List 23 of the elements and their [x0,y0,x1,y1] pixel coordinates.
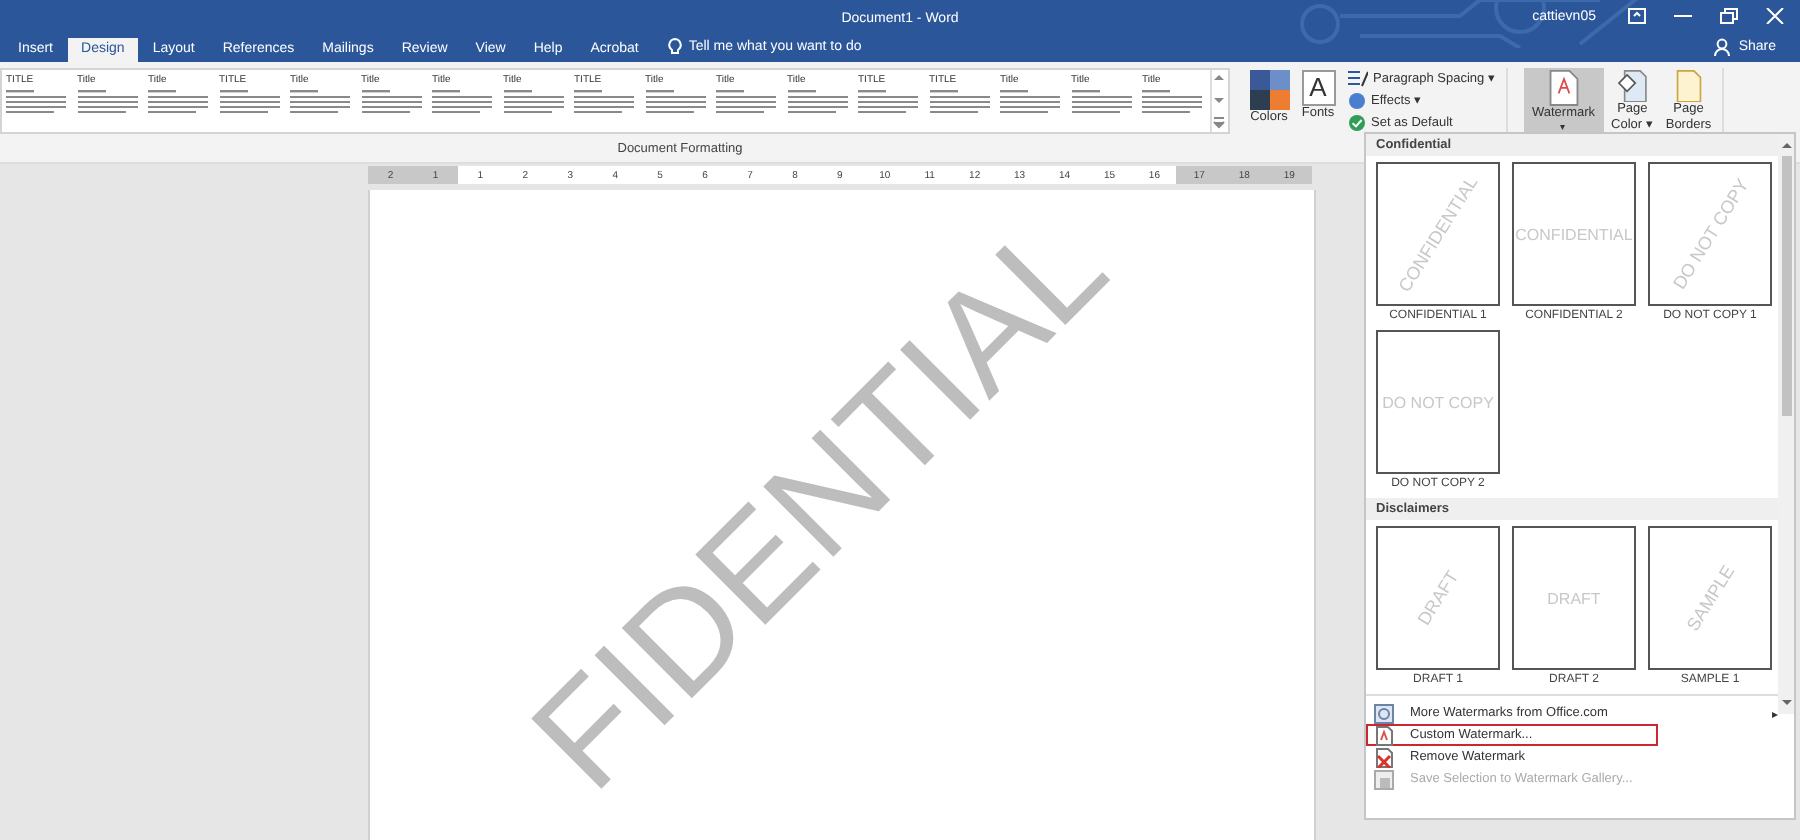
watermark-page-icon [1547,70,1580,106]
font-icon: A [1301,70,1335,106]
page-icon [1673,70,1704,103]
close-icon[interactable] [1766,8,1784,24]
globe-page-icon [1374,703,1394,723]
scroll-down-icon[interactable] [1779,696,1793,708]
circle-icon [1347,91,1365,109]
scroll-down-icon[interactable] [1212,94,1226,106]
ribbon-display-icon[interactable] [1628,8,1646,24]
color-palette-icon [1249,70,1289,110]
person-icon [1714,38,1733,56]
more-icon[interactable] [1212,116,1226,130]
delete-page-icon [1374,747,1394,767]
scrollbar-thumb[interactable] [1781,156,1791,416]
document-icon [1374,725,1394,745]
lightbulb-icon [668,38,683,56]
gallery-save-icon [1374,769,1394,789]
scroll-up-icon[interactable] [1779,140,1793,152]
paragraph-spacing-icon [1347,69,1367,87]
checkmark-icon [1347,113,1365,131]
paint-bucket-page-icon [1614,70,1651,103]
scroll-up-icon[interactable] [1212,72,1226,84]
restore-icon[interactable] [1720,8,1738,24]
